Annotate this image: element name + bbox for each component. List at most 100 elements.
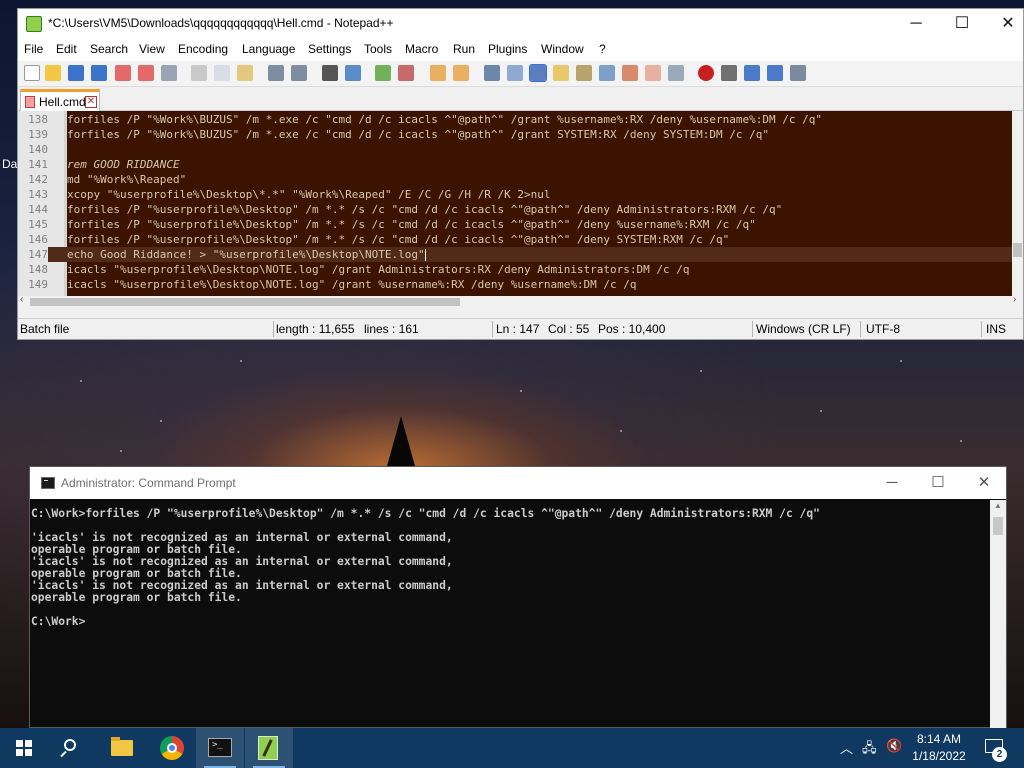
replace-icon[interactable] [345, 65, 361, 81]
indent-guide-icon[interactable] [529, 64, 547, 82]
user-defined-language-icon[interactable] [553, 65, 569, 81]
close-all-icon[interactable] [138, 65, 154, 81]
close-button[interactable]: ✕ [985, 9, 1024, 39]
menu-encoding[interactable]: Encoding [178, 42, 228, 56]
code-lines: 138 forfiles /P "%Work%\BUZUS" /m *.exe /… [18, 112, 1012, 292]
code-line: 148 icacls "%userprofile%\Desktop\NOTE.lo… [28, 263, 690, 276]
close-file-icon[interactable] [115, 65, 131, 81]
sync-vertical-icon[interactable] [430, 65, 446, 81]
code-line: 144 forfiles /P "%userprofile%\Desktop" /… [28, 203, 783, 216]
clock-time: 8:14 AM [916, 732, 962, 746]
cut-icon[interactable] [191, 65, 207, 81]
menu-bar: File Edit Search View Encoding Language … [18, 39, 1023, 61]
record-macro-icon[interactable] [698, 65, 714, 81]
status-eol: Windows (CR LF) [756, 322, 851, 336]
new-file-icon[interactable] [24, 65, 40, 81]
volume-muted-icon[interactable]: 🔇 [886, 738, 902, 754]
command-prompt-taskbar-button[interactable] [196, 728, 244, 768]
network-icon[interactable]: 🖧 [862, 739, 877, 761]
print-icon[interactable] [161, 65, 177, 81]
console-output[interactable]: C:\Work>forfiles /P "%userprofile%\Deskt… [30, 500, 992, 728]
stop-macro-icon[interactable] [721, 65, 737, 81]
show-all-characters-icon[interactable] [507, 65, 523, 81]
desktop-icon-label-partial[interactable]: Da [2, 157, 17, 171]
scroll-right-icon[interactable]: › [1013, 294, 1016, 305]
function-list-icon[interactable] [599, 65, 615, 81]
editor-area[interactable]: 138 forfiles /P "%Work%\BUZUS" /m *.exe /… [18, 111, 1023, 306]
console-vertical-scrollbar[interactable]: ▲ [990, 500, 1006, 728]
zoom-in-icon[interactable] [375, 65, 391, 81]
maximize-button[interactable]: ☐ [915, 467, 961, 499]
editor-vertical-scrollbar[interactable] [1012, 111, 1023, 296]
document-map-icon[interactable] [576, 65, 592, 81]
minimize-button[interactable]: ─ [869, 467, 915, 499]
tab-hell-cmd[interactable]: Hell.cmd ✕ [20, 89, 100, 111]
tree-silhouette [387, 416, 415, 466]
undo-icon[interactable] [268, 65, 284, 81]
editor-horizontal-scrollbar[interactable]: ‹ › [18, 294, 1023, 306]
monitoring-icon[interactable] [668, 65, 684, 81]
maximize-button[interactable]: ☐ [939, 9, 985, 39]
save-icon[interactable] [68, 65, 84, 81]
save-macro-icon[interactable] [790, 65, 806, 81]
scroll-thumb[interactable] [1013, 243, 1022, 257]
menu-window[interactable]: Window [541, 42, 584, 56]
menu-run[interactable]: Run [453, 42, 475, 56]
paste-icon[interactable] [237, 65, 253, 81]
code-line: 141 rem GOOD RIDDANCE [28, 158, 180, 171]
system-clock[interactable]: 8:14 AM 1/18/2022 [907, 731, 971, 765]
scroll-up-icon[interactable]: ▲ [994, 501, 1002, 510]
play-macro-icon[interactable] [744, 65, 760, 81]
find-icon[interactable] [322, 65, 338, 81]
clock-date: 1/18/2022 [912, 749, 966, 763]
start-button[interactable] [0, 728, 48, 768]
save-all-icon[interactable] [91, 65, 107, 81]
menu-plugins[interactable]: Plugins [488, 42, 527, 56]
folder-as-workspace-icon[interactable] [622, 65, 638, 81]
menu-language[interactable]: Language [242, 42, 295, 56]
code-line: 149 icacls "%userprofile%\Desktop\NOTE.lo… [28, 278, 637, 291]
menu-file[interactable]: File [24, 42, 43, 56]
window-title: *C:\Users\VM5\Downloads\qqqqqqqqqqqq\Hel… [48, 16, 394, 30]
menu-tools[interactable]: Tools [364, 42, 392, 56]
notepad-title-bar[interactable]: *C:\Users\VM5\Downloads\qqqqqqqqqqqq\Hel… [18, 9, 1023, 39]
code-line: 142 md "%Work%\Reaped" [28, 173, 187, 186]
command-prompt-title-bar[interactable]: Administrator: Command Prompt ─ ☐ ✕ [30, 467, 1006, 499]
menu-search[interactable]: Search [90, 42, 128, 56]
copy-icon[interactable] [214, 65, 230, 81]
word-wrap-icon[interactable] [484, 65, 500, 81]
notification-count-badge: 2 [992, 747, 1007, 762]
scroll-thumb[interactable] [30, 298, 460, 306]
search-icon [64, 739, 76, 751]
taskbar: ︿ 🖧 🔇 8:14 AM 1/18/2022 2 [0, 728, 1024, 768]
redo-icon[interactable] [291, 65, 307, 81]
menu-view[interactable]: View [139, 42, 165, 56]
open-folder-icon[interactable] [645, 65, 661, 81]
code-line: 140 [28, 143, 48, 156]
status-insert-mode: INS [986, 322, 1007, 336]
zoom-out-icon[interactable] [398, 65, 414, 81]
menu-macro[interactable]: Macro [405, 42, 438, 56]
chevron-up-icon[interactable]: ︿ [840, 738, 853, 757]
close-button[interactable]: ✕ [961, 467, 1007, 499]
status-length: length : 11,655 [276, 322, 355, 336]
status-line: Ln : 147 [496, 322, 540, 336]
scroll-thumb[interactable] [993, 517, 1003, 535]
notepad-taskbar-button[interactable] [245, 728, 293, 768]
tab-close-icon[interactable]: ✕ [85, 96, 97, 108]
chrome-button[interactable] [148, 728, 196, 768]
menu-settings[interactable]: Settings [308, 42, 351, 56]
scroll-left-icon[interactable]: ‹ [20, 294, 23, 305]
menu-help[interactable]: ? [599, 42, 606, 56]
code-line: 145 forfiles /P "%userprofile%\Desktop" /… [28, 218, 756, 231]
menu-edit[interactable]: Edit [56, 42, 77, 56]
sync-horizontal-icon[interactable] [453, 65, 469, 81]
chrome-icon [160, 736, 184, 760]
command-prompt-window: Administrator: Command Prompt ─ ☐ ✕ C:\W… [29, 466, 1007, 728]
open-file-icon[interactable] [45, 65, 61, 81]
search-button[interactable] [48, 728, 96, 768]
tab-bar: Hell.cmd ✕ [18, 87, 1023, 111]
minimize-button[interactable]: ─ [893, 9, 939, 39]
file-explorer-button[interactable] [98, 728, 146, 768]
run-macro-multiple-icon[interactable] [767, 65, 783, 81]
